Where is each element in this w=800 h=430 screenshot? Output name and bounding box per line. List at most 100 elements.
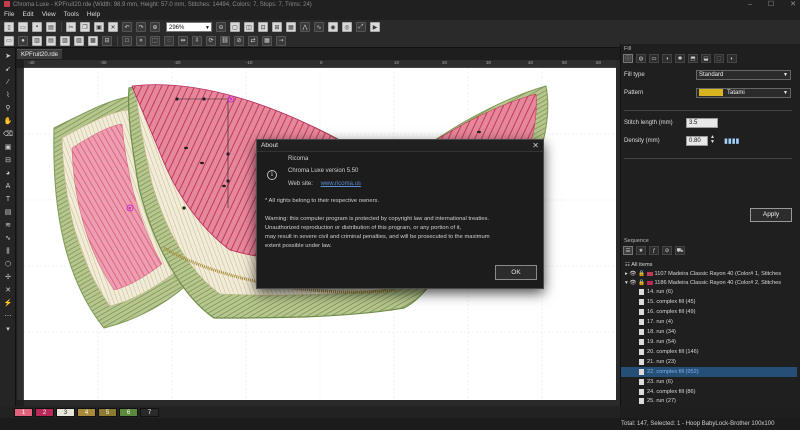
color-chip[interactable]: 7 [140, 408, 159, 417]
cut-icon[interactable]: ✂ [66, 22, 76, 32]
ok-button[interactable]: OK [495, 265, 537, 280]
select-box-icon[interactable]: □ [122, 35, 132, 46]
node-tool-icon[interactable]: ➹ [3, 66, 13, 74]
print-icon[interactable]: ▤ [46, 22, 56, 32]
stitch-view-icon[interactable]: ⋀ [300, 22, 310, 32]
sequence-item[interactable]: 18. run (34) [621, 327, 797, 337]
block-tab-icon[interactable]: ⊘ [662, 246, 672, 255]
zoom-tool-icon[interactable]: ⚲ [3, 105, 13, 113]
info-tab-icon[interactable]: ⓘ [623, 54, 633, 63]
document-tab[interactable]: KPFruit20.rde [17, 49, 63, 59]
stitch-length-input[interactable]: 3.5 [686, 118, 718, 128]
zoom-real-icon[interactable]: ◫ [244, 22, 254, 32]
mirror-v-icon[interactable]: ⇳ [192, 35, 202, 46]
satin-tab-icon[interactable]: ▭ [649, 54, 659, 63]
color-chip[interactable]: 2 [35, 408, 54, 417]
3d-view-icon[interactable]: ◉ [328, 22, 338, 32]
fill-icon[interactable]: ▦ [262, 35, 272, 46]
knife-tool-icon[interactable]: ⁄ [3, 79, 13, 87]
fill-type-select[interactable]: Standard ▼ [696, 70, 791, 80]
sequence-item[interactable]: 25. run (27) [621, 396, 797, 406]
star-tab-icon[interactable]: ★ [636, 246, 646, 255]
save-icon[interactable]: ▪ [32, 22, 42, 32]
delete-icon[interactable]: ✕ [108, 22, 118, 32]
align-left-icon[interactable]: ▥ [32, 35, 42, 46]
cross-stitch-tool-icon[interactable]: ✕ [3, 287, 13, 295]
color-chip[interactable]: 4 [77, 408, 96, 417]
menu-tools[interactable]: Tools [64, 10, 79, 20]
sequence-item[interactable]: 17. run (4) [621, 317, 797, 327]
sequence-item[interactable]: 21. run (23) [621, 357, 797, 367]
align-top-icon[interactable]: ▨ [74, 35, 84, 46]
more-tools-icon[interactable]: ▾ [3, 326, 13, 334]
measure-icon[interactable]: ⤢ [356, 22, 366, 32]
more-tab-icon[interactable]: ◐ [727, 54, 737, 63]
list-tab-icon[interactable]: ☰ [623, 246, 633, 255]
circle-tool-icon[interactable]: ● [18, 35, 28, 46]
rectangle-tool-icon[interactable]: ▭ [4, 35, 14, 46]
run-icon[interactable]: ⇢ [276, 35, 286, 46]
gear-icon[interactable]: ✱ [675, 54, 685, 63]
menu-edit[interactable]: Edit [22, 10, 33, 20]
menu-help[interactable]: Help [87, 10, 100, 20]
group-icon[interactable]: ⊟ [102, 35, 112, 46]
redo-icon[interactable]: ↷ [136, 22, 146, 32]
manual-stitch-tool-icon[interactable]: ⋯ [3, 313, 13, 321]
close-icon[interactable]: ✕ [790, 0, 796, 10]
satin-tool-icon[interactable]: ≋ [3, 222, 13, 230]
maximize-icon[interactable]: ☐ [768, 0, 774, 10]
color-tool-icon[interactable]: ◕ [3, 170, 13, 178]
sequence-item-selected[interactable]: 22. complex fill (952) [621, 367, 797, 377]
motif-tool-icon[interactable]: ✢ [3, 274, 13, 282]
rotate-icon[interactable]: ⟳ [206, 35, 216, 46]
run-tab-icon[interactable]: ◑ [662, 54, 672, 63]
minimize-icon[interactable]: – [748, 0, 752, 10]
new-file-icon[interactable]: ▯ [4, 22, 14, 32]
zoom-out-icon[interactable]: ⊖ [216, 22, 226, 32]
text-tool-icon[interactable]: A [3, 183, 13, 191]
ruler-tool-icon[interactable]: ⊟ [3, 157, 13, 165]
underlay-tab-icon[interactable]: ⬒ [688, 54, 698, 63]
align-bottom-icon[interactable]: ▩ [88, 35, 98, 46]
sequence-item[interactable]: 19. run (54) [621, 337, 797, 347]
pan-tool-icon[interactable]: ✋ [3, 118, 13, 126]
applique-tool-icon[interactable]: ⬡ [3, 261, 13, 269]
close-icon[interactable]: ✕ [532, 141, 539, 150]
color-chip[interactable]: 5 [98, 408, 117, 417]
pattern-select[interactable]: Tatami ▼ [696, 88, 791, 98]
reshape-icon[interactable]: ◌ [164, 35, 174, 46]
needle-icon[interactable]: ⊞ [272, 22, 282, 32]
fx-tab-icon[interactable]: ƒ [649, 246, 659, 255]
cart-tab-icon[interactable]: ⛟ [675, 246, 685, 255]
open-file-icon[interactable]: ▭ [18, 22, 28, 32]
color-chip[interactable]: 3 [56, 408, 75, 417]
zoom-select[interactable]: 296% ▼ [166, 22, 212, 32]
pull-comp-tab-icon[interactable]: ⬓ [701, 54, 711, 63]
wave-icon[interactable]: ∿ [314, 22, 324, 32]
grid-icon[interactable]: ▦ [286, 22, 296, 32]
hoop-icon[interactable]: ◎ [342, 22, 352, 32]
fit-page-icon[interactable]: ▢ [230, 22, 240, 32]
sequence-item[interactable]: 16. complex fill (49) [621, 307, 797, 317]
color-chip[interactable]: 6 [119, 408, 138, 417]
simulate-icon[interactable]: ▶ [370, 22, 380, 32]
align-right-icon[interactable]: ▧ [60, 35, 70, 46]
dashed-select-icon[interactable]: ⬚ [150, 35, 160, 46]
sequence-item[interactable]: 14. run (6) [621, 287, 797, 297]
sequence-item[interactable]: 15. complex fill (45) [621, 297, 797, 307]
mirror-h-icon[interactable]: ⇹ [178, 35, 188, 46]
bezier-tool-icon[interactable]: ⌇ [3, 92, 13, 100]
paste-icon[interactable]: ▣ [94, 22, 104, 32]
density-input[interactable]: 0.80 [686, 136, 708, 146]
menu-view[interactable]: View [42, 10, 56, 20]
monogram-tool-icon[interactable]: T [3, 196, 13, 204]
column-tool-icon[interactable]: ⫼ [3, 248, 13, 256]
undo-icon[interactable]: ↶ [122, 22, 132, 32]
about-website-link[interactable]: www.ricoma.us [321, 181, 361, 187]
density-stepper-icon[interactable]: ▲ ▼ [710, 135, 715, 145]
sequence-item[interactable]: 23. run (6) [621, 377, 797, 387]
link-icon[interactable]: ⛓ [220, 35, 230, 46]
menu-file[interactable]: File [4, 10, 14, 20]
break-link-icon[interactable]: ⊘ [234, 35, 244, 46]
copy-icon[interactable]: ❐ [80, 22, 90, 32]
